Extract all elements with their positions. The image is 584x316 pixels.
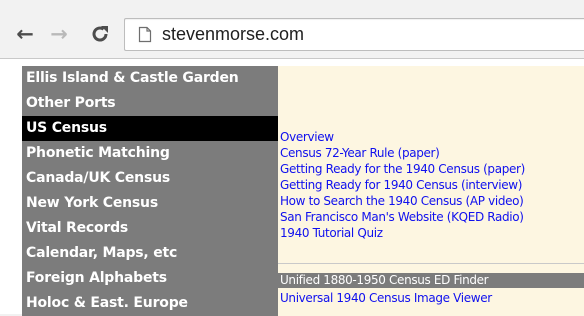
menu-item-phonetic-matching[interactable]: Phonetic Matching xyxy=(22,141,278,166)
web-page: Ellis Island & Castle Garden Other Ports… xyxy=(0,59,584,316)
menu-item-us-census[interactable]: US Census xyxy=(22,116,278,141)
menu-item-holoc-east-europe[interactable]: Holoc & East. Europe xyxy=(22,291,278,316)
menu-item-vital-records[interactable]: Vital Records xyxy=(22,216,278,241)
forward-arrow-icon[interactable]: → xyxy=(46,22,72,46)
reload-icon[interactable] xyxy=(86,22,114,46)
submenu-item-getting-ready-interview[interactable]: Getting Ready for 1940 Census (interview… xyxy=(280,178,522,193)
menu-item-calendar-maps[interactable]: Calendar, Maps, etc xyxy=(22,241,278,266)
url-text[interactable]: stevenmorse.com xyxy=(162,23,304,45)
back-arrow-icon[interactable]: ← xyxy=(12,22,38,46)
submenu-item-san-francisco-radio[interactable]: San Francisco Man's Website (KQED Radio) xyxy=(280,210,524,225)
submenu-item-getting-ready-paper[interactable]: Getting Ready for the 1940 Census (paper… xyxy=(280,162,525,177)
address-bar[interactable]: stevenmorse.com xyxy=(124,18,584,51)
main-menu: Ellis Island & Castle Garden Other Ports… xyxy=(22,66,278,316)
menu-item-canada-uk-census[interactable]: Canada/UK Census xyxy=(22,166,278,191)
submenu-item-overview[interactable]: Overview xyxy=(280,130,334,145)
menu-item-foreign-alphabets[interactable]: Foreign Alphabets xyxy=(22,266,278,291)
submenu-item-image-viewer[interactable]: Universal 1940 Census Image Viewer xyxy=(280,291,492,306)
submenu-item-72-year-rule[interactable]: Census 72-Year Rule (paper) xyxy=(280,146,440,161)
menu-item-ellis-island[interactable]: Ellis Island & Castle Garden xyxy=(22,66,278,91)
submenu-item-ed-finder[interactable]: Unified 1880-1950 Census ED Finder xyxy=(278,273,584,288)
census-submenu: Overview Census 72-Year Rule (paper) Get… xyxy=(278,66,584,316)
menu-item-other-ports[interactable]: Other Ports xyxy=(22,91,278,116)
submenu-item-tutorial-quiz[interactable]: 1940 Tutorial Quiz xyxy=(280,226,383,241)
submenu-divider xyxy=(278,263,584,264)
submenu-item-how-to-search-video[interactable]: How to Search the 1940 Census (AP video) xyxy=(280,194,524,209)
menu-item-new-york-census[interactable]: New York Census xyxy=(22,191,278,216)
browser-toolbar: ← → stevenmorse.com xyxy=(0,0,584,59)
page-icon xyxy=(138,26,152,47)
